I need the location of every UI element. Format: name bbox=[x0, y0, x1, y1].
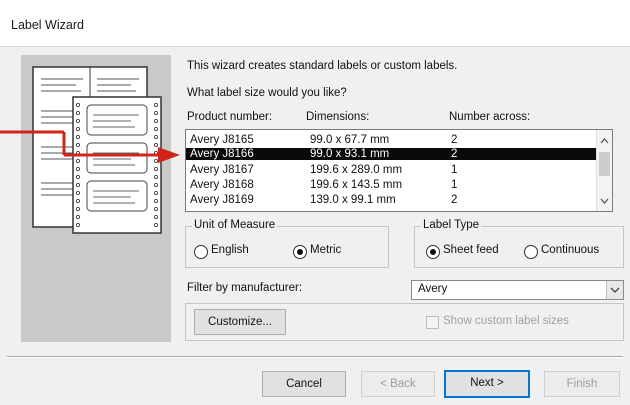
back-button[interactable]: < Back bbox=[361, 371, 435, 397]
sheet-feed-label[interactable]: Sheet feed bbox=[443, 244, 499, 256]
label-size-list[interactable]: Avery J8165 99.0 x 67.7 mm 2 Avery J8166… bbox=[185, 129, 613, 212]
list-item[interactable]: Avery J8165 99.0 x 67.7 mm 2 bbox=[186, 134, 596, 146]
divider bbox=[7, 356, 623, 358]
list-item[interactable]: Avery J8169 139.0 x 99.1 mm 2 bbox=[186, 194, 596, 206]
sheet-feed-radio[interactable] bbox=[426, 245, 440, 259]
customize-button[interactable]: Customize... bbox=[194, 309, 286, 335]
manufacturer-value: Avery bbox=[418, 283, 448, 295]
show-custom-label: Show custom label sizes bbox=[443, 315, 569, 327]
list-item[interactable]: Avery J8168 199.6 x 143.5 mm 1 bbox=[186, 179, 596, 191]
label-sheet-illustration bbox=[21, 55, 171, 342]
intro-text: This wizard creates standard labels or c… bbox=[187, 60, 458, 72]
header-number-across: Number across: bbox=[449, 111, 531, 123]
continuous-label[interactable]: Continuous bbox=[541, 244, 599, 256]
label-type-label: Label Type bbox=[421, 219, 482, 231]
filter-label: Filter by manufacturer: bbox=[187, 282, 303, 294]
question-text: What label size would you like? bbox=[187, 87, 347, 99]
header-product-number: Product number: bbox=[187, 111, 273, 123]
list-item-selected[interactable]: Avery J8166 99.0 x 93.1 mm 2 bbox=[186, 148, 596, 160]
metric-radio[interactable] bbox=[293, 245, 307, 259]
continuous-radio[interactable] bbox=[524, 245, 538, 259]
dropdown-button[interactable] bbox=[606, 281, 623, 299]
arrow-pointer-icon bbox=[0, 130, 180, 163]
manufacturer-select[interactable]: Avery bbox=[411, 280, 624, 300]
metric-label[interactable]: Metric bbox=[310, 244, 341, 256]
next-button[interactable]: Next > bbox=[444, 370, 530, 398]
scroll-thumb[interactable] bbox=[599, 152, 610, 176]
english-radio[interactable] bbox=[194, 245, 208, 259]
label-sheet-icon bbox=[32, 66, 162, 234]
list-item[interactable]: Avery J8167 199.6 x 289.0 mm 1 bbox=[186, 164, 596, 176]
scroll-down-icon[interactable] bbox=[597, 194, 612, 208]
finish-button[interactable]: Finish bbox=[544, 371, 620, 397]
scroll-up-icon[interactable] bbox=[597, 134, 612, 148]
dropdown-chevron-icon bbox=[610, 287, 620, 293]
title-bar: Label Wizard bbox=[0, 0, 630, 47]
unit-of-measure-label: Unit of Measure bbox=[192, 219, 278, 231]
show-custom-checkbox[interactable] bbox=[426, 316, 439, 329]
list-scrollbar[interactable] bbox=[596, 130, 612, 211]
english-label[interactable]: English bbox=[211, 244, 249, 256]
window-title: Label Wizard bbox=[11, 18, 84, 32]
cancel-button[interactable]: Cancel bbox=[262, 371, 346, 397]
header-dimensions: Dimensions: bbox=[306, 111, 370, 123]
